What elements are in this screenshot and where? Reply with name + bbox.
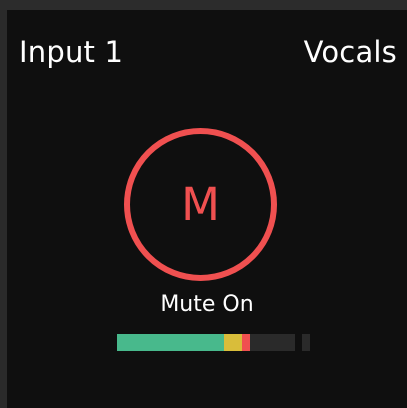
peak-indicator	[302, 334, 310, 351]
level-meter	[117, 334, 295, 351]
meter-segment-red	[241, 334, 251, 351]
mute-button[interactable]: M	[124, 128, 277, 281]
mute-button-label: M	[181, 177, 220, 231]
channel-strip-frame: Input 1 Vocals M Mute On	[0, 0, 407, 408]
meter-segment-green	[117, 334, 224, 351]
mute-status-text: Mute On	[160, 292, 254, 317]
top-border	[0, 0, 407, 10]
channel-panel: Input 1 Vocals M Mute On	[7, 10, 407, 408]
channel-name[interactable]: Vocals	[304, 34, 397, 70]
input-label: Input 1	[19, 35, 124, 69]
meter-segment-yellow	[223, 334, 242, 351]
